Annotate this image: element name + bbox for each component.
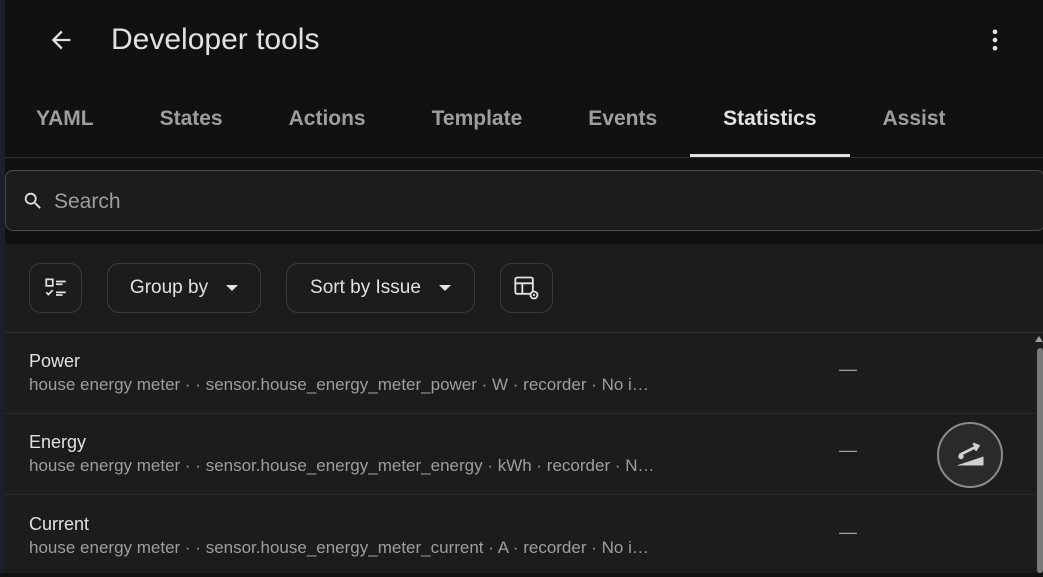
chevron-down-icon [226,285,239,291]
search-bar [5,170,1043,231]
tab-assist[interactable]: Assist [850,80,979,157]
scroll-up-arrow-icon[interactable] [1035,336,1043,342]
search-icon [24,192,41,209]
dots-vertical-icon [992,29,998,51]
row-title: Power [29,351,81,371]
statistics-list: Power house energy meter · · sensor.hous… [5,333,1035,573]
tab-events[interactable]: Events [555,80,690,157]
checklist-icon [44,278,66,296]
scale-balance-icon [956,442,984,466]
row-title: Current [29,514,90,534]
chevron-down-icon [438,285,451,291]
back-button[interactable] [41,20,81,60]
tab-statistics[interactable]: Statistics [690,80,850,157]
table-cog-icon [513,276,538,300]
arrow-left-icon [51,30,71,50]
row-subtitle: house energy meter · · sensor.house_ener… [29,375,649,394]
app-header: Developer tools YAML States Actions Temp… [5,0,1043,158]
tab-bar: YAML States Actions Template Events Stat… [5,80,979,157]
row-subtitle: house energy meter · · sensor.house_ener… [29,538,649,557]
table-row[interactable]: Power house energy meter · · sensor.hous… [5,333,1035,414]
scrollbar-thumb[interactable] [1037,348,1043,573]
fix-statistics-fab[interactable] [937,422,1003,488]
row-issue: — [839,440,857,460]
group-by-label: Group by [129,277,209,298]
tab-yaml[interactable]: YAML [5,80,127,157]
sort-button[interactable]: Sort by Issue [286,263,475,313]
page-title: Developer tools [111,23,320,56]
table-row[interactable]: Current house energy meter · · sensor.ho… [5,496,1035,577]
tab-template[interactable]: Template [399,80,556,157]
selection-mode-button[interactable] [29,263,82,313]
tab-actions[interactable]: Actions [256,80,399,157]
filter-toolbar: Group by Sort by Issue [5,244,1043,333]
overflow-menu-button[interactable] [975,20,1015,60]
group-by-button[interactable]: Group by [107,263,261,313]
row-issue: — [839,359,857,379]
row-title: Energy [29,432,87,452]
row-issue: — [839,522,857,542]
search-input[interactable] [52,181,956,223]
tab-states[interactable]: States [127,80,256,157]
sort-label: Sort by Issue [310,277,421,298]
columns-settings-button[interactable] [500,263,553,313]
row-subtitle: house energy meter · · sensor.house_ener… [29,456,655,475]
table-row[interactable]: Energy house energy meter · · sensor.hou… [5,414,1035,495]
developer-tools-app: Developer tools YAML States Actions Temp… [5,0,1043,573]
